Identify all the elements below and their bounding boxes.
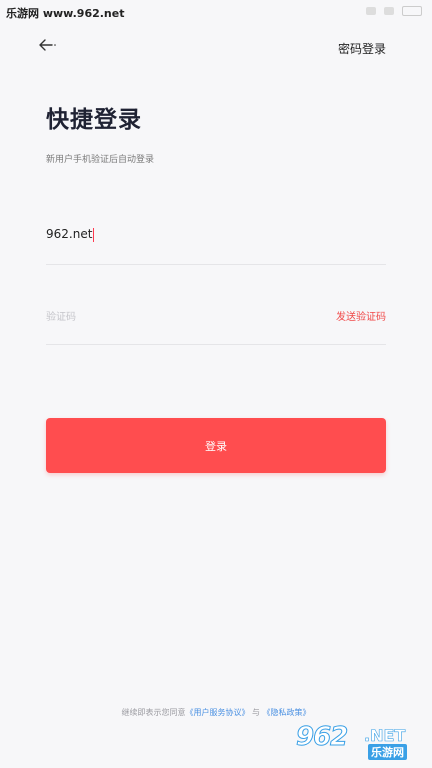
status-site-text: 乐游网 www.962.net: [6, 7, 125, 20]
page-title: 快捷登录: [46, 107, 142, 133]
agreement-and: 与: [249, 708, 263, 717]
watermark-number: 962: [295, 722, 348, 753]
login-button-label: 登录: [205, 439, 227, 453]
arrow-left-icon: [39, 39, 56, 51]
agreement-prefix: 继续即表示您同意: [121, 708, 186, 717]
status-icons: [366, 6, 422, 16]
send-code-button[interactable]: 发送验证码: [336, 308, 386, 323]
signal-icon: [366, 7, 376, 15]
phone-input-value: 962.net: [46, 227, 95, 242]
page-subtitle: 新用户手机验证后自动登录: [46, 155, 155, 165]
phone-input[interactable]: 962.net: [46, 224, 386, 265]
status-bar: 乐游网 www.962.net: [0, 0, 432, 24]
privacy-policy-link[interactable]: 《隐私政策》: [263, 708, 311, 717]
password-login-link[interactable]: 密码登录: [338, 40, 386, 57]
user-agreement-link[interactable]: 《用户服务协议》: [185, 708, 249, 717]
verification-code-placeholder: 验证码: [46, 312, 76, 323]
agreement-text: 继续即表示您同意《用户服务协议》 与 《隐私政策》: [0, 707, 432, 718]
login-button[interactable]: 登录: [46, 418, 386, 473]
watermark-logo: 962 .NET 乐游网: [295, 720, 426, 764]
wifi-icon: [384, 7, 394, 15]
verification-code-input[interactable]: 验证码 发送验证码: [46, 305, 386, 345]
battery-icon: [402, 6, 422, 16]
back-button[interactable]: [36, 34, 60, 56]
watermark-name: 乐游网: [368, 744, 407, 760]
watermark-domain: .NET: [364, 726, 406, 746]
text-cursor: [93, 227, 95, 242]
